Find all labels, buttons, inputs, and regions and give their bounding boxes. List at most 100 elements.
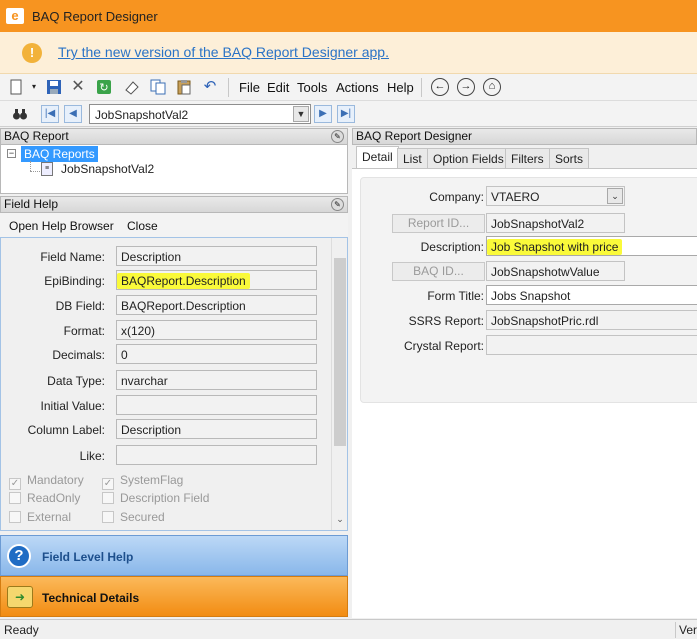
description-field-checkbox[interactable]: Description Field: [102, 491, 209, 505]
checkbox-icon: [102, 492, 114, 504]
new-icon[interactable]: [8, 79, 24, 95]
previous-record-button[interactable]: ◀: [64, 105, 82, 123]
form-title-label: Form Title:: [427, 289, 484, 303]
field-help-actions: Open Help Browser Close: [0, 213, 348, 237]
new-version-banner: ! Try the new version of the BAQ Report …: [0, 32, 697, 74]
company-label: Company:: [429, 190, 484, 204]
pin-icon[interactable]: ✎: [331, 130, 344, 143]
last-record-button[interactable]: ▶|: [337, 105, 355, 123]
tab-detail[interactable]: Detail: [356, 146, 399, 168]
secured-checkbox[interactable]: Secured: [102, 510, 165, 524]
tree-connector: [30, 171, 40, 172]
like-value[interactable]: [116, 445, 317, 465]
menu-actions[interactable]: Actions: [336, 80, 379, 95]
epibinding-value[interactable]: BAQReport.Description: [116, 270, 317, 290]
tab-option-fields[interactable]: Option Fields: [427, 148, 510, 168]
baq-id-button[interactable]: BAQ ID...: [392, 262, 485, 281]
report-icon: ≡: [41, 162, 53, 176]
refresh-icon[interactable]: ↻: [96, 79, 112, 95]
description-label: Description:: [420, 240, 484, 254]
decimals-label: Decimals:: [52, 348, 105, 362]
description-highlight: Job Snapshot with price: [487, 239, 623, 255]
description-field[interactable]: Job Snapshot with price: [486, 236, 697, 256]
close-help-link[interactable]: Close: [127, 219, 158, 233]
tab-sorts[interactable]: Sorts: [549, 148, 590, 168]
toolbar-separator: [228, 78, 229, 97]
record-combo-value: JobSnapshotVal2: [95, 108, 189, 122]
binoculars-icon[interactable]: [12, 106, 28, 122]
tree-collapse-icon[interactable]: −: [7, 149, 16, 158]
field-name-label: Field Name:: [40, 250, 105, 264]
clear-icon[interactable]: [124, 79, 140, 95]
app-logo-icon: e: [6, 8, 24, 24]
mandatory-checkbox[interactable]: ✓ Mandatory: [9, 473, 84, 490]
field-name-value[interactable]: Description: [116, 246, 317, 266]
report-id-field[interactable]: JobSnapshotVal2: [486, 213, 625, 233]
baq-id-field[interactable]: JobSnapshotwValue: [486, 261, 625, 281]
field-help-panel-title: Field Help: [4, 197, 59, 211]
field-help-body: Field Name: Description EpiBinding: BAQR…: [0, 237, 348, 531]
format-value[interactable]: x(120): [116, 320, 317, 340]
status-text: Ready: [4, 623, 39, 637]
report-id-button[interactable]: Report ID...: [392, 214, 485, 233]
column-label-value[interactable]: Description: [116, 419, 317, 439]
systemflag-checkbox[interactable]: ✓ SystemFlag: [102, 473, 183, 490]
menu-tools[interactable]: Tools: [297, 80, 327, 95]
menu-file[interactable]: File: [239, 80, 260, 95]
baq-report-tree: − BAQ Reports ≡ JobSnapshotVal2: [0, 145, 348, 194]
external-checkbox[interactable]: External: [9, 510, 71, 524]
tree-node-report[interactable]: JobSnapshotVal2: [61, 162, 154, 176]
mandatory-label: Mandatory: [27, 473, 84, 487]
form-title-field[interactable]: Jobs Snapshot: [486, 285, 697, 305]
initial-value-value[interactable]: [116, 395, 317, 415]
designer-tabs: Detail List Option Fields Filters Sorts: [352, 145, 697, 168]
company-combo[interactable]: VTAERO ⌄: [486, 186, 625, 206]
next-record-button[interactable]: ▶: [314, 105, 332, 123]
question-icon: ?: [7, 544, 31, 568]
paste-icon[interactable]: [176, 79, 192, 95]
status-separator: [675, 622, 676, 638]
chevron-down-icon[interactable]: ▼: [293, 106, 309, 122]
ssrs-report-field[interactable]: JobSnapshotPric.rdl: [486, 310, 697, 330]
ssrs-report-label: SSRS Report:: [408, 314, 484, 328]
technical-details-bar[interactable]: ➜ Technical Details: [0, 576, 348, 617]
chevron-down-icon[interactable]: ⌄: [334, 514, 346, 526]
warning-icon: !: [22, 43, 42, 63]
tab-list[interactable]: List: [397, 148, 428, 168]
db-field-value[interactable]: BAQReport.Description: [116, 295, 317, 315]
new-version-link[interactable]: Try the new version of the BAQ Report De…: [58, 44, 389, 60]
pin-icon[interactable]: ✎: [331, 198, 344, 211]
window-title: BAQ Report Designer: [32, 9, 158, 24]
back-icon[interactable]: ←: [431, 78, 449, 96]
description-field-label: Description Field: [120, 491, 210, 505]
title-bar: e BAQ Report Designer: [0, 0, 697, 32]
menu-edit[interactable]: Edit: [267, 80, 289, 95]
first-record-button[interactable]: |◀: [41, 105, 59, 123]
save-icon[interactable]: [46, 79, 62, 95]
epibinding-label: EpiBinding:: [44, 274, 105, 288]
new-dropdown-icon[interactable]: ▾: [26, 79, 42, 95]
record-combo[interactable]: JobSnapshotVal2 ▼: [89, 104, 311, 124]
tab-filters[interactable]: Filters: [505, 148, 550, 168]
undo-icon[interactable]: ↶: [202, 79, 218, 95]
open-help-browser-link[interactable]: Open Help Browser: [9, 219, 114, 233]
db-field-label: DB Field:: [55, 299, 105, 313]
field-help-panel-header: Field Help ✎: [0, 196, 348, 213]
delete-icon[interactable]: ✕: [70, 79, 86, 95]
readonly-checkbox[interactable]: ReadOnly: [9, 491, 80, 505]
data-type-value[interactable]: nvarchar: [116, 370, 317, 390]
home-icon[interactable]: ⌂: [483, 78, 501, 96]
field-level-help-bar[interactable]: ? Field Level Help: [0, 535, 348, 576]
crystal-report-label: Crystal Report:: [403, 339, 484, 353]
tree-node-baq-reports[interactable]: BAQ Reports: [21, 146, 98, 162]
menu-help[interactable]: Help: [387, 80, 414, 95]
field-help-scrollbar[interactable]: ⌄: [331, 238, 347, 530]
crystal-report-field[interactable]: [486, 335, 697, 355]
checkbox-checked-icon: ✓: [9, 478, 21, 490]
copy-icon[interactable]: [150, 79, 166, 95]
decimals-value[interactable]: 0: [116, 344, 317, 364]
chevron-down-icon[interactable]: ⌄: [607, 188, 623, 204]
scrollbar-thumb[interactable]: [334, 258, 346, 446]
designer-panel-header: BAQ Report Designer: [352, 128, 697, 145]
forward-icon[interactable]: →: [457, 78, 475, 96]
